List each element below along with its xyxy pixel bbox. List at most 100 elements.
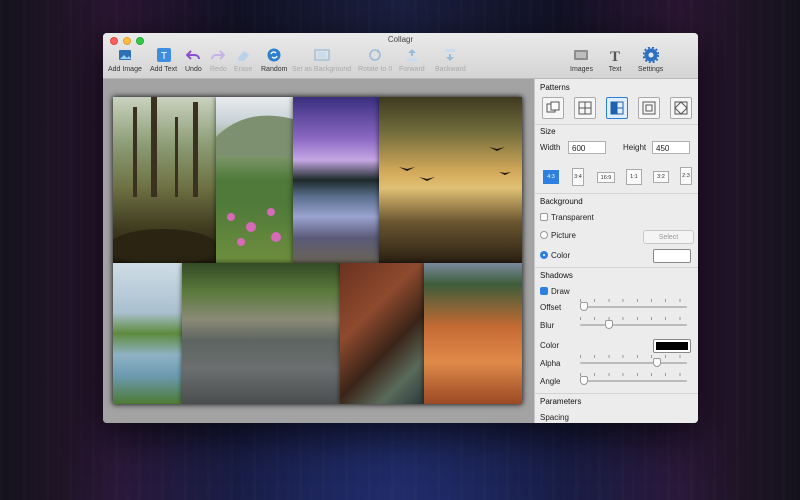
draw-shadow-label: Draw [551,287,570,296]
undo-label: Undo [185,66,202,73]
draw-shadow-checkbox[interactable] [540,287,548,295]
ratio-16-9[interactable]: 16:9 [597,172,615,183]
collage-photo-lakeshore[interactable] [113,263,182,404]
blur-label: Blur [540,321,555,330]
window-title: Collagr [387,35,414,44]
canvas-area [103,79,534,423]
pattern-mosaic[interactable] [606,97,628,119]
redo-label: Redo [210,66,227,73]
alpha-ticks [580,355,687,358]
erase-button[interactable]: Erase [234,47,252,73]
add-image-icon [117,47,133,63]
blur-slider-knob[interactable] [605,320,613,329]
shadow-color-fill [656,342,688,350]
forward-label: Forward [399,66,425,73]
width-field[interactable]: 600 [568,141,606,154]
fullscreen-icon [313,47,330,63]
background-heading: Background [540,197,583,206]
eraser-icon [235,47,251,63]
undo-button[interactable]: Undo [185,47,202,73]
svg-text:T: T [161,51,167,62]
add-text-button[interactable]: T Add Text [150,47,177,73]
forward-button[interactable]: Forward [399,47,425,73]
divider [535,393,698,394]
ratio-1-1[interactable]: 1:1 [626,169,642,185]
pattern-overlap[interactable] [542,97,564,119]
add-text-icon: T [156,47,172,63]
redo-button[interactable]: Redo [210,47,227,73]
background-color-swatch[interactable] [653,249,691,263]
set-background-button[interactable]: Set as Background [292,47,351,73]
offset-slider[interactable] [580,306,687,308]
collage-photo-coastal-cliff[interactable] [182,263,340,404]
background-color-fill [656,252,688,260]
shuffle-icon [266,47,282,63]
ratio-3-2[interactable]: 3:2 [653,171,669,183]
select-picture-button[interactable]: Select [643,230,694,244]
text-button[interactable]: T Text [607,47,623,73]
parameters-heading: Parameters [540,397,582,406]
shadow-color-swatch[interactable] [653,339,691,353]
rotate-button[interactable]: Rotate to 0 [358,47,392,73]
width-label: Width [540,143,561,152]
collage-photo-mountain-flowers[interactable] [216,97,293,263]
ratio-4-3[interactable]: 4:3 [543,170,559,184]
shadows-heading: Shadows [540,271,573,280]
pattern-frame[interactable] [638,97,660,119]
text-icon: T [607,47,623,63]
toolbar: Collagr Add Image T Add Text Undo Redo E… [103,33,698,79]
angle-slider[interactable] [580,380,687,382]
ratio-3-4[interactable]: 3:4 [572,168,584,186]
collage-photo-sunset-birds[interactable] [379,97,522,263]
add-image-button[interactable]: Add Image [108,47,142,73]
rotate-icon [367,47,383,63]
settings-panel: Patterns Size Width 600 Height 450 4:3 3… [534,79,698,423]
svg-text:T: T [610,49,620,62]
pattern-diamond[interactable] [670,97,692,119]
backward-button[interactable]: Backward [435,47,466,73]
color-radio[interactable] [540,251,548,259]
app-window: Collagr Add Image T Add Text Undo Redo E… [103,33,698,423]
gear-icon [642,47,659,63]
collage-photo-canyon[interactable] [340,263,424,404]
undo-icon [185,47,201,63]
erase-label: Erase [234,66,253,73]
bring-forward-icon [404,47,420,63]
blur-ticks [580,317,687,320]
images-label: Images [570,66,593,73]
height-field[interactable]: 450 [652,141,690,154]
settings-button[interactable]: Settings [638,47,663,73]
set-background-label: Set as Background [292,66,352,73]
rotate-label: Rotate to 0 [358,66,393,73]
collage-photo-hoodoos[interactable] [424,263,522,404]
picture-radio[interactable] [540,231,548,239]
collage-photo-purple-lake[interactable] [293,97,379,263]
alpha-slider-knob[interactable] [653,358,661,367]
backward-label: Backward [435,66,466,73]
blur-slider[interactable] [580,324,687,326]
divider [535,124,698,125]
size-heading: Size [540,127,556,136]
divider [535,267,698,268]
images-button[interactable]: Images [570,47,593,73]
send-backward-icon [442,47,458,63]
transparent-checkbox[interactable] [540,213,548,221]
color-label: Color [551,251,571,260]
offset-ticks [580,299,687,302]
collage-photo-cypress-swamp[interactable] [113,97,216,263]
alpha-label: Alpha [540,359,561,368]
collage-canvas[interactable] [113,97,522,404]
ratio-2-3[interactable]: 2:3 [680,167,692,185]
random-label: Random [261,66,288,73]
picture-label: Picture [551,231,576,240]
pattern-grid[interactable] [574,97,596,119]
transparent-label: Transparent [551,213,594,222]
offset-slider-knob[interactable] [580,302,588,311]
shadow-color-label: Color [540,341,560,350]
text-label: Text [608,66,622,73]
images-icon [573,47,589,63]
angle-slider-knob[interactable] [580,376,588,385]
alpha-slider[interactable] [580,362,687,364]
offset-label: Offset [540,303,562,312]
random-button[interactable]: Random [261,47,287,73]
